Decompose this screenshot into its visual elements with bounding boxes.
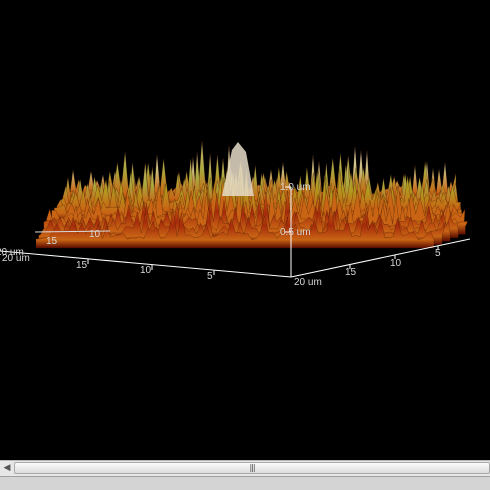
scroll-left-arrow-icon[interactable]: ◀: [0, 461, 14, 476]
back-tick-label: 15: [46, 236, 58, 247]
scrollbar-thumb[interactable]: |||: [14, 462, 490, 474]
z-tick-label: 1.0 um: [280, 182, 311, 193]
z-tick-label: 0.5 um: [280, 227, 311, 238]
back-tick-label: 10: [89, 229, 101, 240]
surface-3d-viewport[interactable]: 20 um 15 10 5 20 um 15 10 5 1.0 um 0.5 u…: [0, 0, 490, 460]
x-tick-label: 15: [76, 260, 88, 271]
status-bar: [0, 476, 490, 490]
surface-3d-plot: 20 um 15 10 5 20 um 15 10 5 1.0 um 0.5 u…: [0, 140, 471, 288]
horizontal-scrollbar[interactable]: ◀ |||: [0, 460, 490, 476]
y-tick-label: 5: [435, 248, 441, 259]
x-tick-label: 5: [207, 271, 213, 282]
y-tick-label: 15: [345, 267, 357, 278]
x-tick-label: 10: [140, 265, 152, 276]
y-tick-label: 10: [390, 258, 402, 269]
back-axis-end-label: 20 um: [0, 247, 24, 258]
surface-mesh: [35, 140, 469, 249]
scrollbar-grip-icon: |||: [249, 463, 255, 472]
surface-peak: [222, 142, 254, 196]
y-tick-label: 20 um: [294, 277, 322, 288]
